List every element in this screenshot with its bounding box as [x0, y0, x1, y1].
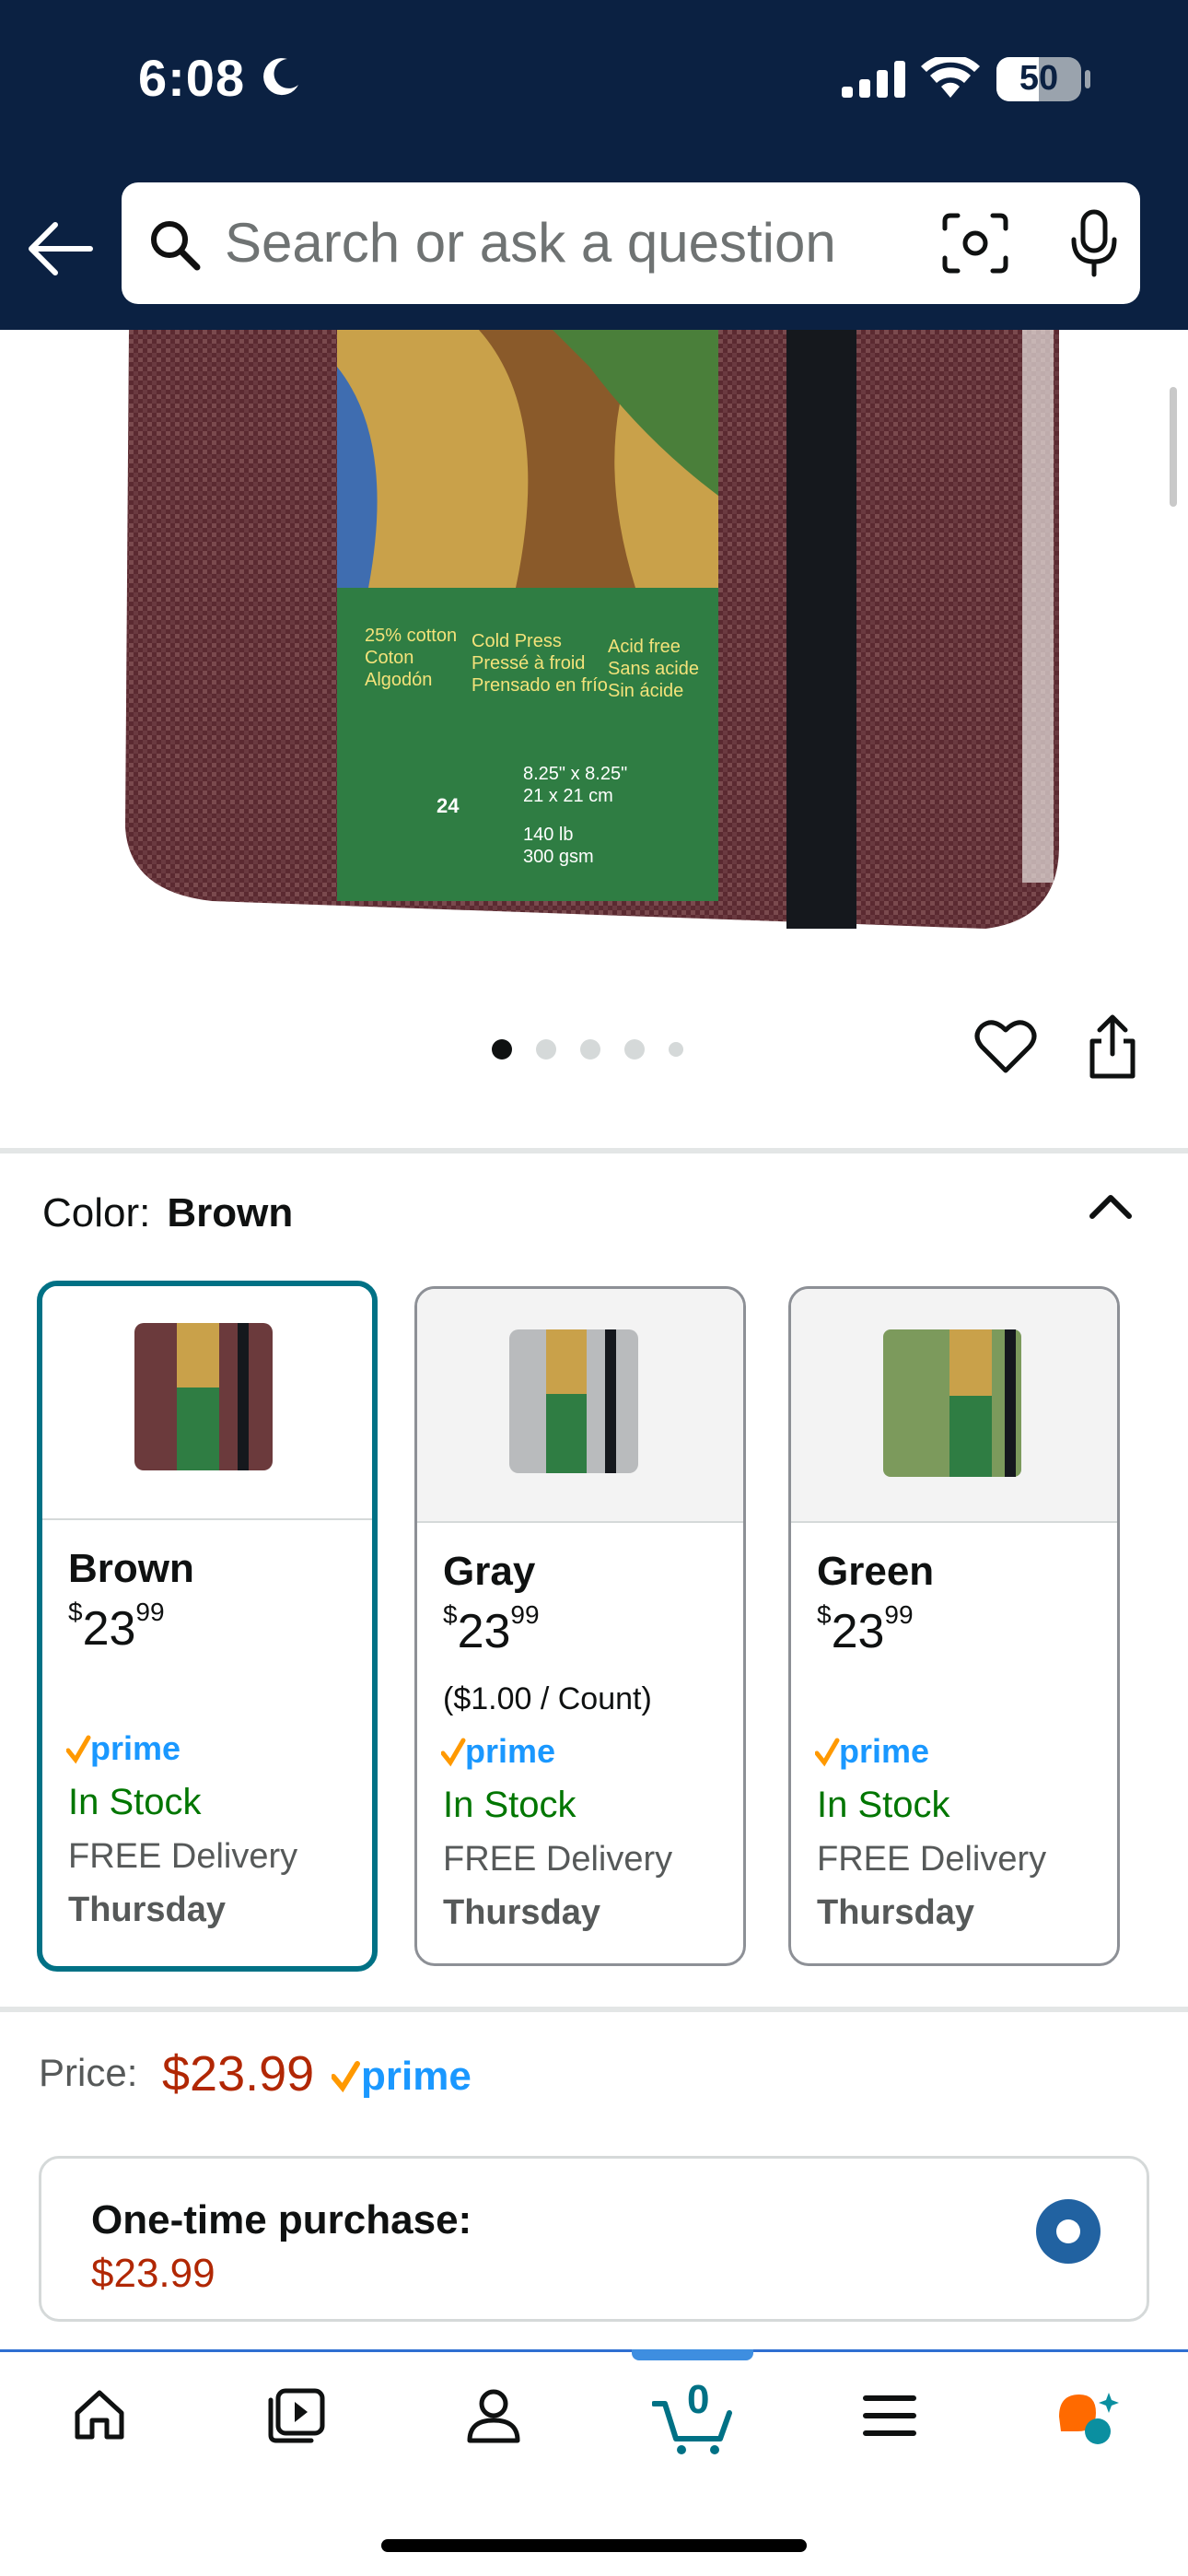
- color-selector-label: Color: Brown: [42, 1190, 294, 1235]
- stock-status: In Stock: [817, 1785, 950, 1825]
- cover-weight: 140 lb 300 gsm: [523, 825, 594, 867]
- variant-name: Gray: [443, 1549, 536, 1594]
- search-input[interactable]: [225, 210, 888, 275]
- prime-badge-icon: prime: [440, 1731, 570, 1776]
- brown-journal-thumbnail: [134, 1323, 273, 1470]
- variant-name: Brown: [68, 1546, 194, 1591]
- battery-percent: 50: [1019, 59, 1059, 98]
- prime-badge-icon: prime: [65, 1728, 195, 1774]
- stock-status: In Stock: [68, 1782, 202, 1822]
- carousel-dot[interactable]: [669, 1042, 683, 1057]
- search-icon: [151, 221, 201, 271]
- variant-thumbnail: [42, 1286, 372, 1520]
- delivery-text: FREE Delivery: [443, 1840, 673, 1879]
- variant-price: $2399: [817, 1599, 914, 1658]
- carousel-dot[interactable]: [492, 1039, 512, 1060]
- variant-thumbnail: [417, 1289, 743, 1523]
- cart-count-badge: 0: [687, 2377, 710, 2422]
- status-bar: 6:08 50: [0, 0, 1188, 175]
- heart-icon[interactable]: [974, 1017, 1037, 1074]
- variant-thumbnail: [791, 1289, 1117, 1523]
- camera-search-icon[interactable]: [941, 212, 1009, 275]
- selected-color-name: Brown: [167, 1190, 294, 1235]
- one-time-purchase-option[interactable]: One-time purchase: $23.99: [39, 2156, 1149, 2322]
- chevron-up-icon[interactable]: [1087, 1187, 1135, 1224]
- svg-text:prime: prime: [465, 1732, 555, 1770]
- cover-text-acid: Acid free Sans acide Sin ácide: [608, 637, 699, 701]
- rufus-assistant-icon[interactable]: [1054, 2389, 1120, 2448]
- purchase-price: $23.99: [91, 2251, 215, 2296]
- status-time: 6:08: [138, 49, 246, 107]
- moon-icon: [263, 58, 298, 96]
- delivery-day: Thursday: [68, 1891, 227, 1929]
- microphone-icon[interactable]: [1068, 208, 1120, 278]
- back-arrow-icon[interactable]: [26, 221, 96, 276]
- section-divider: [0, 2007, 1188, 2012]
- svg-text:prime: prime: [90, 1729, 181, 1767]
- delivery-text: FREE Delivery: [817, 1840, 1047, 1879]
- delivery-text: FREE Delivery: [68, 1837, 298, 1876]
- cover-sheets-badge: 24: [437, 794, 460, 817]
- carousel-dot[interactable]: [536, 1039, 556, 1060]
- variant-card-brown[interactable]: Brown $2399 prime In Stock FREE Delivery…: [37, 1281, 378, 1972]
- menu-icon[interactable]: [862, 2395, 917, 2437]
- cellular-signal-icon: [842, 61, 905, 98]
- stock-status: In Stock: [443, 1785, 577, 1825]
- share-icon[interactable]: [1087, 1013, 1138, 1080]
- battery-icon: 50: [996, 57, 1081, 101]
- search-box[interactable]: [122, 182, 1140, 304]
- wifi-icon: [921, 57, 980, 98]
- price-label: Price:: [39, 2051, 138, 2094]
- svg-text:prime: prime: [361, 2054, 472, 2099]
- variant-unit-price: ($1.00 / Count): [443, 1681, 652, 1716]
- gray-journal-thumbnail: [509, 1329, 638, 1473]
- account-icon[interactable]: [466, 2387, 521, 2444]
- purchase-title: One-time purchase:: [91, 2197, 472, 2242]
- price-value: $23.99: [162, 2046, 315, 2102]
- delivery-day: Thursday: [443, 1893, 601, 1932]
- active-tab-indicator: [632, 2349, 753, 2360]
- svg-text:prime: prime: [839, 1732, 929, 1770]
- cover-text-cotton: 25% cotton Coton Algodón: [365, 626, 458, 690]
- home-indicator[interactable]: [381, 2539, 807, 2552]
- battery-cap: [1085, 70, 1090, 88]
- carousel-dot[interactable]: [580, 1039, 600, 1060]
- cover-size: 8.25" x 8.25" 21 x 21 cm: [523, 764, 628, 806]
- variant-price: $2399: [68, 1597, 165, 1656]
- scrollbar[interactable]: [1170, 387, 1177, 507]
- variant-price: $2399: [443, 1599, 540, 1658]
- green-journal-thumbnail: [883, 1329, 1021, 1477]
- carousel-dot[interactable]: [624, 1039, 645, 1060]
- section-divider: [0, 1148, 1188, 1153]
- prime-badge-icon: prime: [814, 1731, 944, 1776]
- cover-text-press: Cold Press Pressé à froid Prensado en frío: [472, 631, 608, 696]
- video-icon[interactable]: [267, 2387, 326, 2444]
- purchase-radio-selected[interactable]: [1036, 2199, 1101, 2264]
- delivery-day: Thursday: [817, 1893, 975, 1932]
- variant-card-green[interactable]: Green $2399 prime In Stock FREE Delivery…: [788, 1286, 1120, 1966]
- variant-name: Green: [817, 1549, 935, 1594]
- variant-card-gray[interactable]: Gray $2399 ($1.00 / Count) prime In Stoc…: [414, 1286, 746, 1966]
- home-icon[interactable]: [72, 2387, 127, 2442]
- prime-badge-icon: prime: [331, 2053, 488, 2103]
